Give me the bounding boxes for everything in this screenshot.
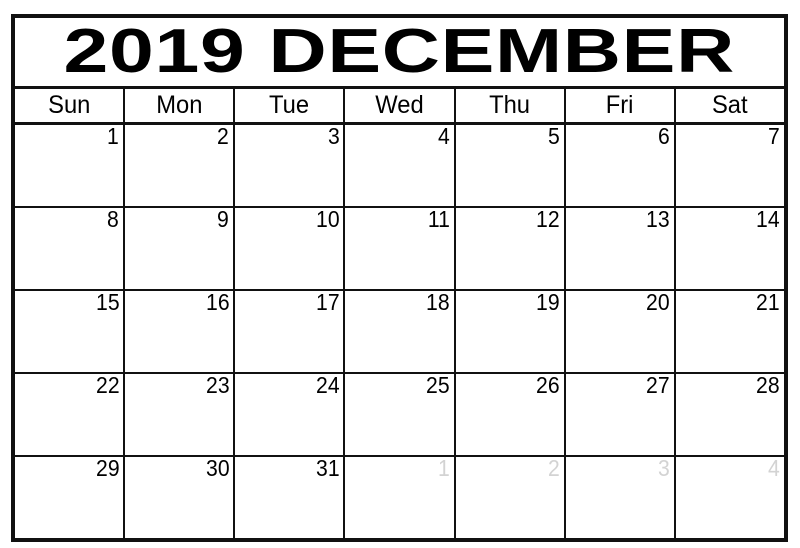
calendar-day-number: 2: [217, 125, 230, 149]
weekday-header-wed: Wed: [345, 89, 456, 122]
calendar-day-cell[interactable]: 14: [675, 208, 784, 289]
calendar-day-cell[interactable]: 26: [455, 374, 566, 455]
calendar-day-cell[interactable]: 27: [565, 374, 676, 455]
calendar-day-cell[interactable]: 5: [455, 125, 566, 206]
calendar-day-number: 10: [315, 208, 340, 232]
calendar-day-number: 11: [427, 208, 450, 232]
calendar-day-number: 24: [315, 374, 340, 398]
calendar-day-number: 17: [315, 291, 340, 315]
calendar-day-cell[interactable]: 16: [125, 291, 236, 372]
calendar-day-number: 4: [768, 457, 780, 481]
calendar-day-cell[interactable]: 9: [125, 208, 236, 289]
calendar-day-cell[interactable]: 12: [455, 208, 566, 289]
weekday-header-label: Mon: [156, 91, 203, 119]
calendar-day-cell[interactable]: 24: [235, 374, 346, 455]
calendar-day-number: 5: [547, 125, 560, 149]
calendar-day-number: 14: [756, 208, 780, 232]
calendar-day-number: 1: [437, 457, 450, 481]
calendar-day-cell[interactable]: 1: [15, 125, 126, 206]
calendar-week-row: 22 23 24 25 26 27 28: [15, 374, 784, 457]
calendar-day-cell[interactable]: 17: [235, 291, 346, 372]
calendar-day-cell[interactable]: 23: [125, 374, 236, 455]
calendar-week-row: 29 30 31 1 2 3 4: [15, 457, 784, 538]
calendar-day-number: 18: [426, 291, 450, 315]
calendar-day-number: 7: [768, 125, 780, 149]
calendar-day-number: 19: [536, 291, 560, 315]
calendar-week-row: 8 9 10 11 12 13 14: [15, 208, 784, 291]
calendar-day-cell[interactable]: 20: [565, 291, 676, 372]
calendar-day-number: 3: [327, 125, 340, 149]
weekday-header-label: Fri: [605, 91, 634, 119]
weekday-header-fri: Fri: [566, 89, 676, 122]
weekday-header-mon: Mon: [125, 89, 236, 122]
calendar-day-cell[interactable]: 18: [345, 291, 456, 372]
calendar-day-cell[interactable]: 1: [345, 457, 456, 538]
calendar-day-number: 20: [646, 291, 670, 315]
calendar-week-row: 15 16 17 18 19 20 21: [15, 291, 784, 374]
calendar-day-cell[interactable]: 7: [675, 125, 784, 206]
calendar-day-number: 2: [547, 457, 560, 481]
calendar-day-cell[interactable]: 15: [15, 291, 126, 372]
weekday-header-label: Tue: [269, 91, 310, 119]
calendar-week-row: 1 2 3 4 5 6 7: [15, 125, 784, 208]
calendar-day-number: 28: [756, 374, 780, 398]
calendar-day-number: 30: [205, 457, 230, 481]
weekday-header-tue: Tue: [235, 89, 346, 122]
calendar-day-cell[interactable]: 25: [345, 374, 456, 455]
calendar-day-number: 12: [536, 208, 560, 232]
calendar-day-number: 9: [217, 208, 230, 232]
calendar-day-cell[interactable]: 4: [675, 457, 784, 538]
weekday-header-label: Wed: [375, 91, 424, 119]
calendar-day-number: 26: [536, 374, 560, 398]
page-title: 2019 DECEMBER: [63, 18, 736, 86]
calendar-day-cell[interactable]: 29: [15, 457, 126, 538]
calendar: 2019 DECEMBER Sun Mon Tue Wed Thu Fri Sat 1234…: [11, 14, 788, 542]
calendar-day-number: 8: [107, 208, 120, 232]
calendar-day-cell[interactable]: 22: [15, 374, 126, 455]
weekday-header-row: Sun Mon Tue Wed Thu Fri Sat: [15, 89, 784, 125]
calendar-day-cell[interactable]: 30: [125, 457, 236, 538]
calendar-title-bar: 2019 DECEMBER: [15, 18, 784, 89]
calendar-day-cell[interactable]: 3: [565, 457, 676, 538]
calendar-day-number: 21: [756, 291, 780, 315]
calendar-day-cell[interactable]: 11: [345, 208, 456, 289]
calendar-day-cell[interactable]: 13: [565, 208, 676, 289]
calendar-day-number: 23: [205, 374, 230, 398]
calendar-day-cell[interactable]: 19: [455, 291, 566, 372]
calendar-day-cell[interactable]: 6: [565, 125, 676, 206]
calendar-day-number: 3: [658, 457, 670, 481]
calendar-day-cell[interactable]: 4: [345, 125, 456, 206]
calendar-day-number: 27: [646, 374, 670, 398]
calendar-day-number: 6: [658, 125, 670, 149]
calendar-day-cell[interactable]: 2: [455, 457, 566, 538]
calendar-day-number: 13: [646, 208, 670, 232]
calendar-day-cell[interactable]: 10: [235, 208, 346, 289]
calendar-day-cell[interactable]: 2: [125, 125, 236, 206]
calendar-day-cell[interactable]: 3: [235, 125, 346, 206]
calendar-day-number: 16: [205, 291, 230, 315]
calendar-day-cell[interactable]: 31: [235, 457, 346, 538]
weekday-header-sun: Sun: [15, 89, 126, 122]
weekday-header-label: Thu: [489, 91, 531, 119]
calendar-day-number: 4: [437, 125, 450, 149]
calendar-day-number: 25: [426, 374, 450, 398]
calendar-day-number: 15: [95, 291, 120, 315]
calendar-day-number: 31: [315, 457, 340, 481]
weekday-header-sat: Sat: [676, 89, 784, 122]
calendar-day-cell[interactable]: 21: [675, 291, 784, 372]
weekday-header-label: Sun: [47, 91, 91, 119]
calendar-day-number: 1: [107, 125, 120, 149]
calendar-grid: 1 2 3 4 5 6 7 8 9 10 11 12 13 14 15 16 17 18 19 20 21 22 23 24 2…: [15, 125, 784, 538]
calendar-day-cell[interactable]: 8: [15, 208, 126, 289]
weekday-header-label: Sat: [712, 91, 748, 119]
weekday-header-thu: Thu: [456, 89, 566, 122]
calendar-day-number: 29: [95, 457, 120, 481]
calendar-day-cell[interactable]: 28: [675, 374, 784, 455]
calendar-day-number: 22: [95, 374, 120, 398]
